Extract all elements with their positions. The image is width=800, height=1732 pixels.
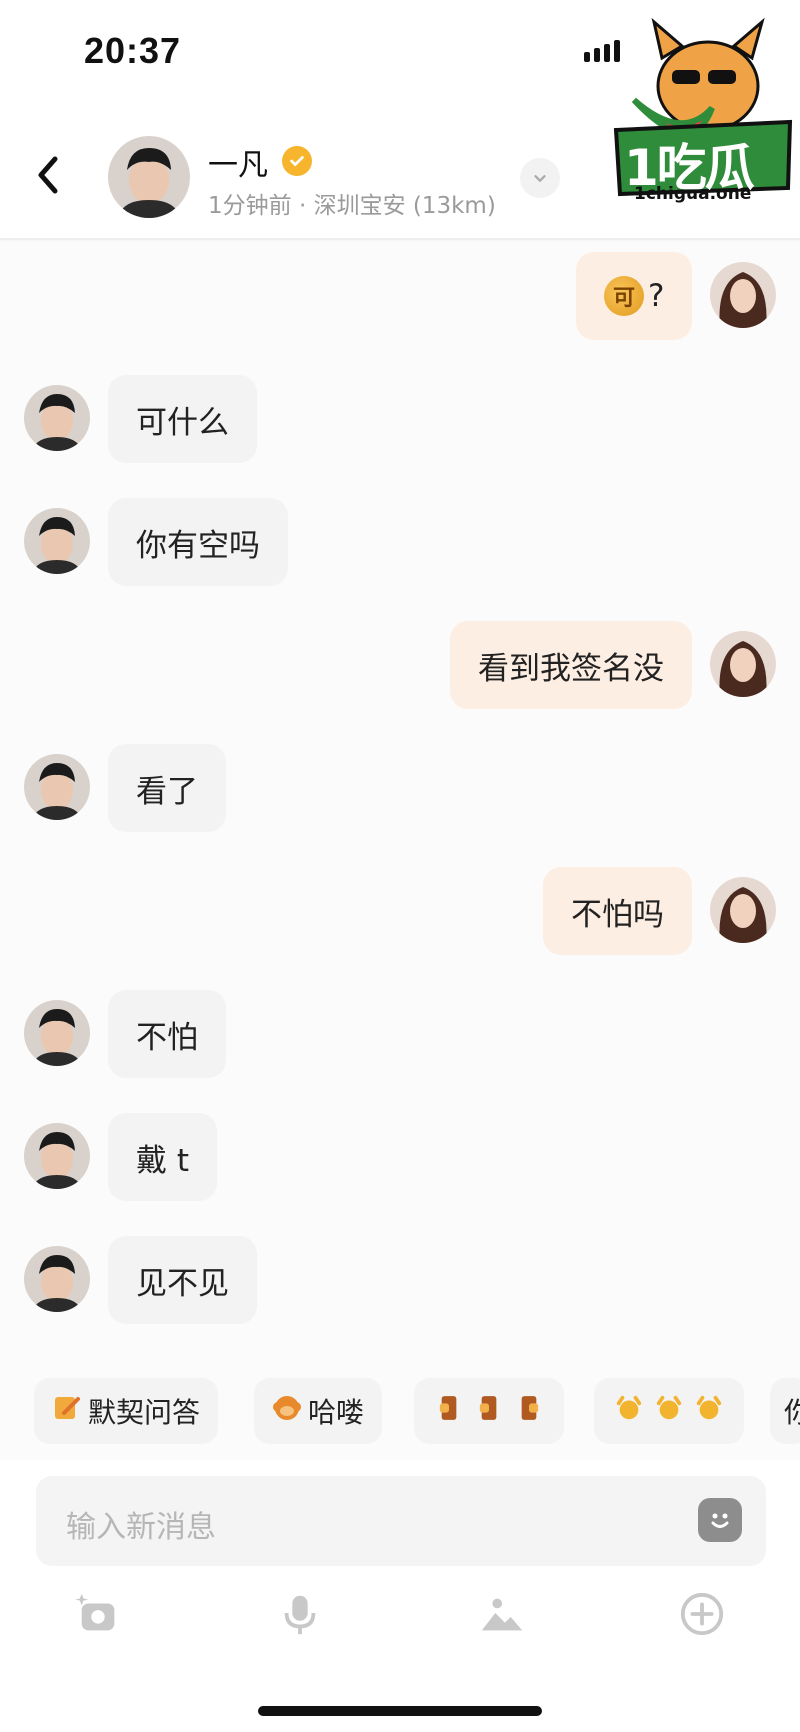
quick-reply-chip[interactable]: 哈喽 bbox=[254, 1378, 383, 1444]
quick-reply-label: 你 bbox=[784, 1396, 800, 1429]
image-icon[interactable] bbox=[472, 1584, 532, 1644]
quick-reply-chip[interactable] bbox=[414, 1378, 564, 1444]
quick-reply-chip[interactable]: 默契问答 bbox=[34, 1378, 219, 1444]
watermark-url: 1chigua.one bbox=[634, 184, 752, 204]
cheer-emoji-icon bbox=[615, 1394, 643, 1429]
message-text: 不怕吗 bbox=[571, 896, 664, 933]
plus-circle-icon[interactable] bbox=[672, 1584, 732, 1644]
watermark-logo: 1吃瓜 1chigua.one bbox=[612, 12, 794, 222]
message-text: 可什么 bbox=[136, 404, 229, 441]
message-text: 看了 bbox=[136, 773, 198, 810]
contact-status: 1分钟前 · 深圳宝安 (13km) bbox=[208, 193, 496, 219]
chevron-left-icon[interactable] bbox=[28, 150, 68, 200]
incoming-message[interactable]: 戴 t bbox=[108, 1113, 218, 1201]
contact-avatar[interactable] bbox=[24, 1123, 90, 1189]
phone-emoji-icon bbox=[518, 1394, 540, 1429]
camera-sparkle-icon[interactable] bbox=[68, 1584, 128, 1644]
my-avatar[interactable] bbox=[710, 262, 776, 328]
my-avatar[interactable] bbox=[710, 631, 776, 697]
incoming-message[interactable]: 不怕 bbox=[108, 990, 226, 1078]
contact-avatar[interactable] bbox=[24, 1000, 90, 1066]
contact-avatar[interactable] bbox=[24, 1246, 90, 1312]
status-time: 20:37 bbox=[84, 30, 182, 71]
verified-badge-icon bbox=[282, 146, 312, 176]
contact-name: 一凡 bbox=[208, 148, 268, 183]
smiley-icon[interactable] bbox=[698, 1498, 742, 1542]
contact-avatar[interactable] bbox=[24, 508, 90, 574]
note-pencil-icon bbox=[52, 1393, 82, 1429]
my-avatar[interactable] bbox=[710, 877, 776, 943]
phone-emoji-icon bbox=[478, 1394, 500, 1429]
message-text: 看到我签名没 bbox=[478, 650, 664, 687]
contact-avatar[interactable] bbox=[108, 136, 190, 218]
quick-reply-label: 哈喽 bbox=[308, 1396, 365, 1429]
incoming-message[interactable]: 可什么 bbox=[108, 375, 257, 463]
microphone-icon[interactable] bbox=[270, 1584, 330, 1644]
message-input[interactable]: 输入新消息 bbox=[36, 1476, 766, 1566]
message-text: 你有空吗 bbox=[136, 527, 260, 564]
quick-reply-chip[interactable] bbox=[594, 1378, 744, 1444]
cheer-emoji-icon bbox=[655, 1394, 683, 1429]
message-text: 戴 t bbox=[136, 1142, 190, 1179]
outgoing-message[interactable]: 看到我签名没 bbox=[450, 621, 692, 709]
incoming-message[interactable]: 你有空吗 bbox=[108, 498, 288, 586]
chevron-down-icon[interactable] bbox=[520, 158, 560, 198]
quick-reply-chip[interactable]: 你 bbox=[770, 1378, 800, 1444]
message-input-placeholder: 输入新消息 bbox=[66, 1510, 216, 1545]
incoming-message[interactable]: 看了 bbox=[108, 744, 226, 832]
message-text: 不怕 bbox=[136, 1019, 198, 1056]
cheer-emoji-icon bbox=[695, 1394, 723, 1429]
message-text: 见不见 bbox=[136, 1265, 229, 1302]
quick-reply-bar: 默契问答 哈喽 你 bbox=[0, 1370, 800, 1460]
contact-avatar[interactable] bbox=[24, 754, 90, 820]
contact-avatar[interactable] bbox=[24, 385, 90, 451]
monkey-emoji-icon bbox=[272, 1393, 302, 1429]
outgoing-message[interactable]: 可? bbox=[576, 252, 693, 340]
chat-messages[interactable]: 可? 可什么你有空吗看到我签名没看了不怕吗不怕戴 t 见不见 bbox=[0, 242, 800, 1370]
phone-emoji-icon bbox=[438, 1394, 460, 1429]
coin-badge-icon: 可 bbox=[604, 276, 644, 316]
incoming-message[interactable]: 见不见 bbox=[108, 1236, 257, 1324]
quick-reply-label: 默契问答 bbox=[88, 1396, 201, 1429]
message-text: ? bbox=[648, 278, 665, 314]
home-indicator bbox=[258, 1706, 542, 1716]
outgoing-message[interactable]: 不怕吗 bbox=[543, 867, 692, 955]
composer: 输入新消息 bbox=[0, 1460, 800, 1732]
